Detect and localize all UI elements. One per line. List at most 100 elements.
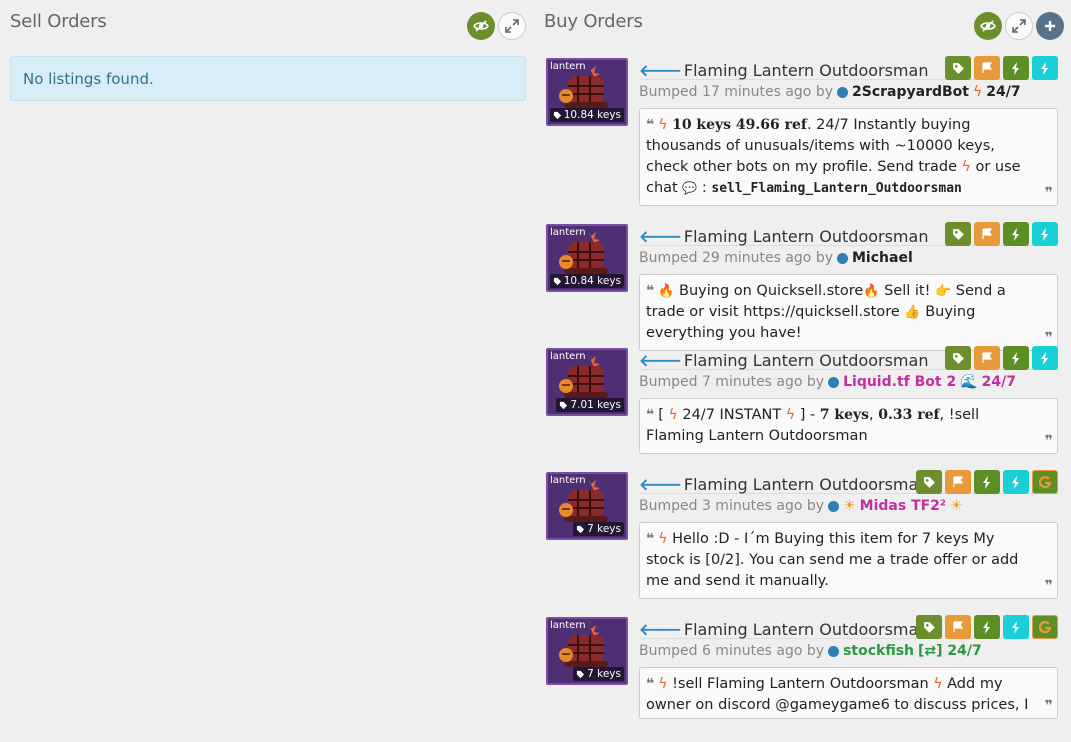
tag-icon <box>560 401 568 409</box>
flag-icon <box>953 476 964 487</box>
comment-keys: 7 keys <box>819 407 870 423</box>
expand-button[interactable] <box>498 12 526 40</box>
fire-icon: 🔥 <box>863 284 880 299</box>
quote-icon: ❝ <box>646 676 655 692</box>
arrow-left-icon: 🡐 <box>639 475 682 494</box>
thumbs-up-icon: 👍 <box>904 305 921 320</box>
lightning-icon <box>1012 227 1019 241</box>
instant-trade-button[interactable] <box>1003 615 1029 639</box>
comment-price: 10 keys 49.66 ref <box>672 117 807 133</box>
tag-icon <box>553 277 561 285</box>
listing-title-row: 🡐 Flaming Lantern Outdoorsman <box>639 222 1058 247</box>
lightning-icon: ϟ <box>658 117 668 133</box>
user-link[interactable]: Liquid.tf Bot 2 <box>843 374 956 390</box>
user-link[interactable]: Midas TF2² <box>860 498 946 514</box>
comment-command: sell_Flaming_Lantern_Outdoorsman <box>711 181 962 196</box>
item-price: 7 keys <box>573 522 624 536</box>
listing-info: 🡐 Flaming Lantern Outdoorsman Bumped 6 mi… <box>639 615 1058 719</box>
online-status-icon <box>837 86 848 98</box>
lightning-icon <box>983 475 990 489</box>
report-button[interactable] <box>945 470 971 494</box>
item-name-link[interactable]: 🡐 Flaming Lantern Outdoorsman <box>639 474 928 495</box>
lightning-icon <box>983 620 990 634</box>
listing-badges <box>916 470 1058 494</box>
sell-orders-actions <box>467 12 526 40</box>
instant-trade-button[interactable] <box>1003 470 1029 494</box>
gladiator-badge[interactable] <box>1032 615 1058 639</box>
report-button[interactable] <box>974 346 1000 370</box>
hide-toggle-button[interactable] <box>974 12 1002 40</box>
item-price: 10.84 keys <box>549 108 624 122</box>
lightning-icon <box>1012 475 1019 489</box>
bump-info: Bumped 6 minutes ago by stockfish [⇄] 24… <box>639 643 982 659</box>
price-tag-button[interactable] <box>945 222 971 246</box>
price-tag-button[interactable] <box>916 470 942 494</box>
item-thumbnail[interactable]: lantern 7 keys <box>546 472 628 540</box>
sell-orders-header: Sell Orders <box>10 0 526 44</box>
report-button[interactable] <box>945 615 971 639</box>
quote-icon: ❝ <box>646 407 655 423</box>
lightning-icon <box>1012 61 1019 75</box>
flag-icon <box>982 228 993 239</box>
user-link[interactable]: stockfish <box>843 643 914 659</box>
instant-trade-button[interactable] <box>1032 56 1058 80</box>
item-name-link[interactable]: 🡐 Flaming Lantern Outdoorsman <box>639 619 928 640</box>
listing-comment: ❝ 🔥 Buying on Quicksell.store🔥 Sell it! 👉… <box>639 274 1058 351</box>
lightning-icon <box>1041 351 1048 365</box>
lightning-icon: ϟ <box>658 531 668 547</box>
item-thumbnail[interactable]: lantern 10.84 keys <box>546 58 628 126</box>
report-button[interactable] <box>974 222 1000 246</box>
gladiator-badge[interactable] <box>1032 470 1058 494</box>
report-button[interactable] <box>974 56 1000 80</box>
expand-button[interactable] <box>1005 12 1033 40</box>
bump-info: Bumped 17 minutes ago by 2ScrapyardBot ϟ… <box>639 84 1021 100</box>
buy-orders-actions <box>974 12 1064 40</box>
trade-offer-button[interactable] <box>974 615 1000 639</box>
item-name-link[interactable]: 🡐 Flaming Lantern Outdoorsman <box>639 350 928 371</box>
instant-trade-button[interactable] <box>1032 346 1058 370</box>
trade-offer-button[interactable] <box>974 470 1000 494</box>
item-thumbnail[interactable]: lantern 7.01 keys <box>546 348 628 416</box>
lightning-icon: ϟ <box>961 159 971 175</box>
item-quality: lantern <box>550 620 586 631</box>
arrow-left-icon: 🡐 <box>639 620 682 639</box>
lightning-icon: ϟ <box>972 84 983 100</box>
item-name-link[interactable]: 🡐 Flaming Lantern Outdoorsman <box>639 226 928 247</box>
lightning-icon <box>1012 620 1019 634</box>
item-price: 7.01 keys <box>556 398 624 412</box>
item-thumbnail[interactable]: lantern 10.84 keys <box>546 224 628 292</box>
quote-icon: ❞ <box>1044 185 1053 201</box>
lightning-icon: ϟ <box>785 407 796 423</box>
user-link[interactable]: 2ScrapyardBot <box>852 84 969 100</box>
trade-offer-button[interactable] <box>1003 56 1029 80</box>
add-order-button[interactable] <box>1036 12 1064 40</box>
user-link[interactable]: Michael <box>852 250 913 266</box>
price-tag-button[interactable] <box>945 346 971 370</box>
buy-orders-column: Buy Orders lantern 10.84 keys 🡐 Flaming L… <box>544 0 1064 719</box>
item-thumbnail[interactable]: lantern 7 keys <box>546 617 628 685</box>
listing-badges <box>945 346 1058 370</box>
price-tag-button[interactable] <box>916 615 942 639</box>
listing-title-row: 🡐 Flaming Lantern Outdoorsman <box>639 615 1058 640</box>
user-suffix: 24/7 <box>981 374 1016 390</box>
flag-icon <box>982 62 993 73</box>
price-tag-button[interactable] <box>945 56 971 80</box>
listing-info: 🡐 Flaming Lantern Outdoorsman Bumped 17 m… <box>639 56 1058 206</box>
tag-icon <box>577 525 585 533</box>
trade-offer-button[interactable] <box>1003 346 1029 370</box>
trade-offer-button[interactable] <box>1003 222 1029 246</box>
user-suffix: 24/7 <box>986 84 1021 100</box>
online-status-icon <box>828 645 840 657</box>
wave-icon: 🌊 <box>960 374 978 390</box>
arrow-left-icon: 🡐 <box>639 61 682 80</box>
listing-comment: ❝ ϟ Hello :D - I´m Buying this item for 7… <box>639 522 1058 599</box>
sun-icon: ☀ <box>950 498 963 514</box>
item-name-link[interactable]: 🡐 Flaming Lantern Outdoorsman <box>639 60 928 81</box>
arrow-left-icon: 🡐 <box>639 351 682 370</box>
expand-icon <box>505 19 519 33</box>
instant-trade-button[interactable] <box>1032 222 1058 246</box>
hide-toggle-button[interactable] <box>467 12 495 40</box>
lightning-icon <box>1012 351 1019 365</box>
tag-icon <box>952 62 964 74</box>
listing-title-row: 🡐 Flaming Lantern Outdoorsman <box>639 346 1058 371</box>
